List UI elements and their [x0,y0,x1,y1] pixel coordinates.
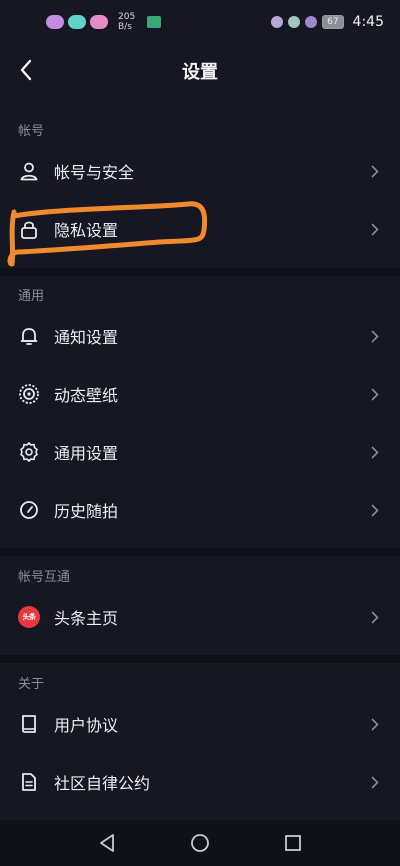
eye-icon [271,16,284,28]
section-label-interop: 帐号互通 [18,570,71,585]
chevron-right-icon [370,717,380,731]
triangle-back-icon [99,834,114,852]
chevron-right-icon [370,503,380,517]
bluetooth-icon [305,16,318,28]
settings-item-label: 隐私设置 [54,221,119,240]
settings-item-general[interactable]: 通用设置 [0,424,400,480]
section-label-general: 通用 [18,289,45,304]
settings-item-label: 社区自律公约 [54,774,151,793]
book-icon [18,713,40,735]
settings-item-privacy[interactable]: 隐私设置 [0,201,400,257]
settings-item-label: 历史随拍 [54,502,119,521]
sim-icon [147,16,162,28]
settings-item-label: 头条主页 [54,609,119,628]
settings-item-label: 通知设置 [54,328,119,347]
section-label-account: 帐号 [18,124,45,139]
nav-recents-button[interactable] [273,823,313,863]
settings-item-account-security[interactable]: 帐号与安全 [0,143,400,199]
network-speed-unit: B/s [118,22,132,32]
settings-item-user-agreement[interactable]: 用户协议 [0,696,400,752]
status-time: 4:45 [352,14,384,30]
notification-app-icon [68,15,86,29]
person-icon [18,160,40,182]
settings-item-live-wallpaper[interactable]: 动态壁纸 [0,366,400,422]
status-bar: 205 B/s 67 4:45 [0,0,400,44]
gear-icon [18,441,40,463]
settings-item-label: 通用设置 [54,444,119,463]
settings-item-label: 用户协议 [54,716,119,735]
settings-item-history[interactable]: 历史随拍 [0,482,400,538]
circle-home-icon [191,834,209,852]
section-label-about: 关于 [18,677,45,692]
notification-app-icon [90,15,108,29]
nav-home-button[interactable] [180,823,220,863]
chevron-right-icon [370,329,380,343]
chevron-right-icon [370,610,380,624]
lock-icon [18,218,40,240]
nav-back-button[interactable] [87,823,127,863]
system-navigation-bar [0,820,400,866]
toutiao-logo-text: 头条 [22,613,37,621]
chevron-right-icon [370,775,380,789]
section-divider [0,548,400,556]
chevron-right-icon [370,222,380,236]
chevron-right-icon [370,387,380,401]
settings-item-community-guidelines[interactable]: 社区自律公约 [0,754,400,810]
network-speed: 205 B/s [118,12,135,32]
section-divider [0,268,400,276]
network-speed-value: 205 [118,12,136,22]
settings-item-label: 帐号与安全 [54,163,135,182]
toutiao-logo-icon: 头条 [18,606,40,628]
chevron-right-icon [370,445,380,459]
battery-indicator: 67 [322,15,344,29]
chevron-right-icon [370,164,380,178]
status-right: 67 4:45 [271,14,384,30]
status-left: 205 B/s [46,12,162,32]
square-recents-icon [285,835,302,851]
clock-icon [18,499,40,521]
notification-app-icon [46,15,64,29]
document-icon [18,771,40,793]
settings-item-notifications[interactable]: 通知设置 [0,308,400,364]
moon-icon [288,16,301,28]
live-wallpaper-icon [18,383,40,405]
settings-item-label: 动态壁纸 [54,386,119,405]
page-title: 设置 [182,62,218,83]
bell-icon [18,325,40,347]
section-divider [0,655,400,663]
settings-item-toutiao-home[interactable]: 头条 头条主页 [0,589,400,645]
nav-header: 设置 [0,44,400,96]
